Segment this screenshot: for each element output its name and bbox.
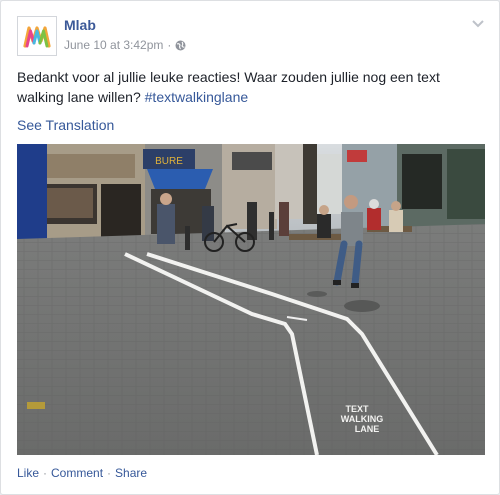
see-translation-link[interactable]: See Translation bbox=[17, 117, 114, 133]
share-link[interactable]: Share bbox=[115, 466, 147, 480]
meta-separator: · bbox=[167, 38, 172, 52]
comment-link[interactable]: Comment bbox=[51, 466, 103, 480]
action-separator: · bbox=[43, 466, 48, 480]
post-timestamp[interactable]: June 10 at 3:42pm bbox=[64, 38, 163, 52]
post-meta: June 10 at 3:42pm · bbox=[64, 38, 186, 52]
lane-label-line2: WALKING bbox=[341, 414, 384, 424]
post-photo[interactable]: BURE TEXT WALKING LANE bbox=[17, 144, 485, 455]
hashtag-link[interactable]: #textwalkinglane bbox=[145, 89, 249, 105]
post-options-chevron-icon[interactable] bbox=[471, 16, 485, 28]
page-avatar[interactable] bbox=[17, 16, 57, 56]
post-message: Bedankt voor al jullie leuke reacties! W… bbox=[17, 67, 487, 107]
globe-icon[interactable] bbox=[175, 40, 186, 51]
author-name[interactable]: Mlab bbox=[64, 17, 96, 33]
post-card: Mlab June 10 at 3:42pm · Bedankt voor al… bbox=[0, 0, 500, 495]
lane-label-line1: TEXT bbox=[345, 404, 369, 414]
action-separator: · bbox=[107, 466, 112, 480]
like-link[interactable]: Like bbox=[17, 466, 39, 480]
post-actions: Like · Comment · Share bbox=[17, 466, 147, 480]
shop-sign-text: BURE bbox=[155, 156, 183, 167]
lane-label-line3: LANE bbox=[355, 424, 380, 434]
mlab-logo-icon bbox=[18, 17, 56, 55]
